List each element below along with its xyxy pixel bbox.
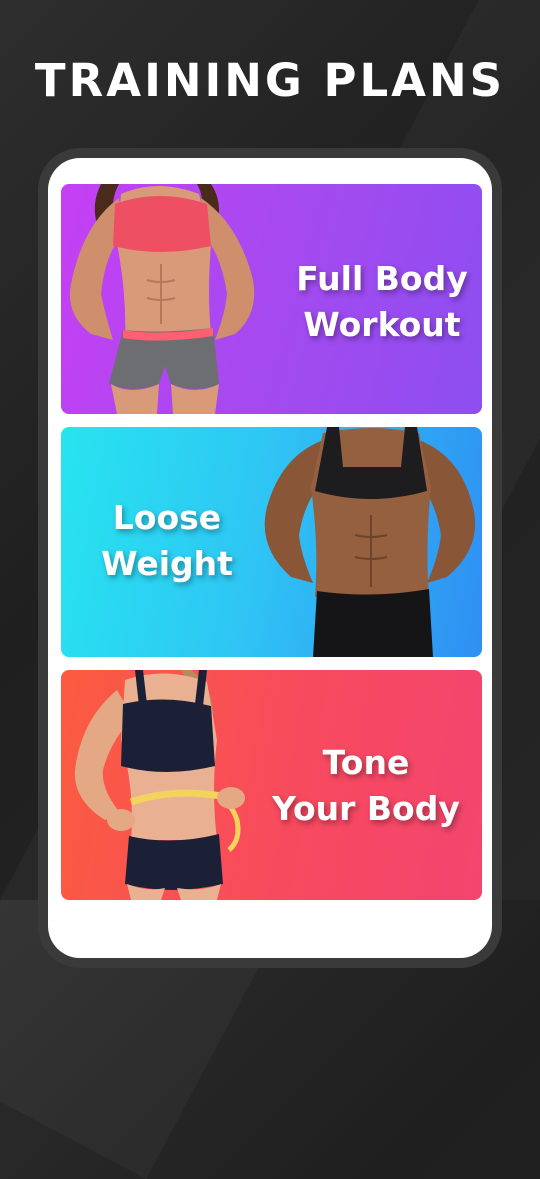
plan-card-tone-your-body[interactable]: Tone Your Body (61, 670, 482, 900)
phone-screen: Full Body Workout Loose Weight Tone Your… (48, 158, 492, 958)
plan-title-tone-your-body: Tone Your Body (261, 740, 471, 832)
plan-image-full-body (61, 184, 291, 414)
plan-title-line1: Full Body (296, 259, 468, 298)
plan-image-tone-your-body (61, 670, 281, 900)
plan-title-line2: Workout (303, 305, 461, 344)
plan-title-line2: Your Body (272, 789, 460, 828)
page-title: TRAINING PLANS (34, 54, 506, 107)
plan-title-loose-weight: Loose Weight (67, 495, 267, 587)
plan-title-line1: Loose (112, 498, 222, 537)
plan-title-line1: Tone (322, 743, 410, 782)
plan-title-full-body-workout: Full Body Workout (287, 256, 477, 348)
phone-frame: Full Body Workout Loose Weight Tone Your… (38, 148, 502, 968)
plan-title-line2: Weight (101, 544, 233, 583)
plan-card-loose-weight[interactable]: Loose Weight (61, 427, 482, 657)
plan-image-loose-weight (251, 427, 482, 657)
plan-card-full-body-workout[interactable]: Full Body Workout (61, 184, 482, 414)
